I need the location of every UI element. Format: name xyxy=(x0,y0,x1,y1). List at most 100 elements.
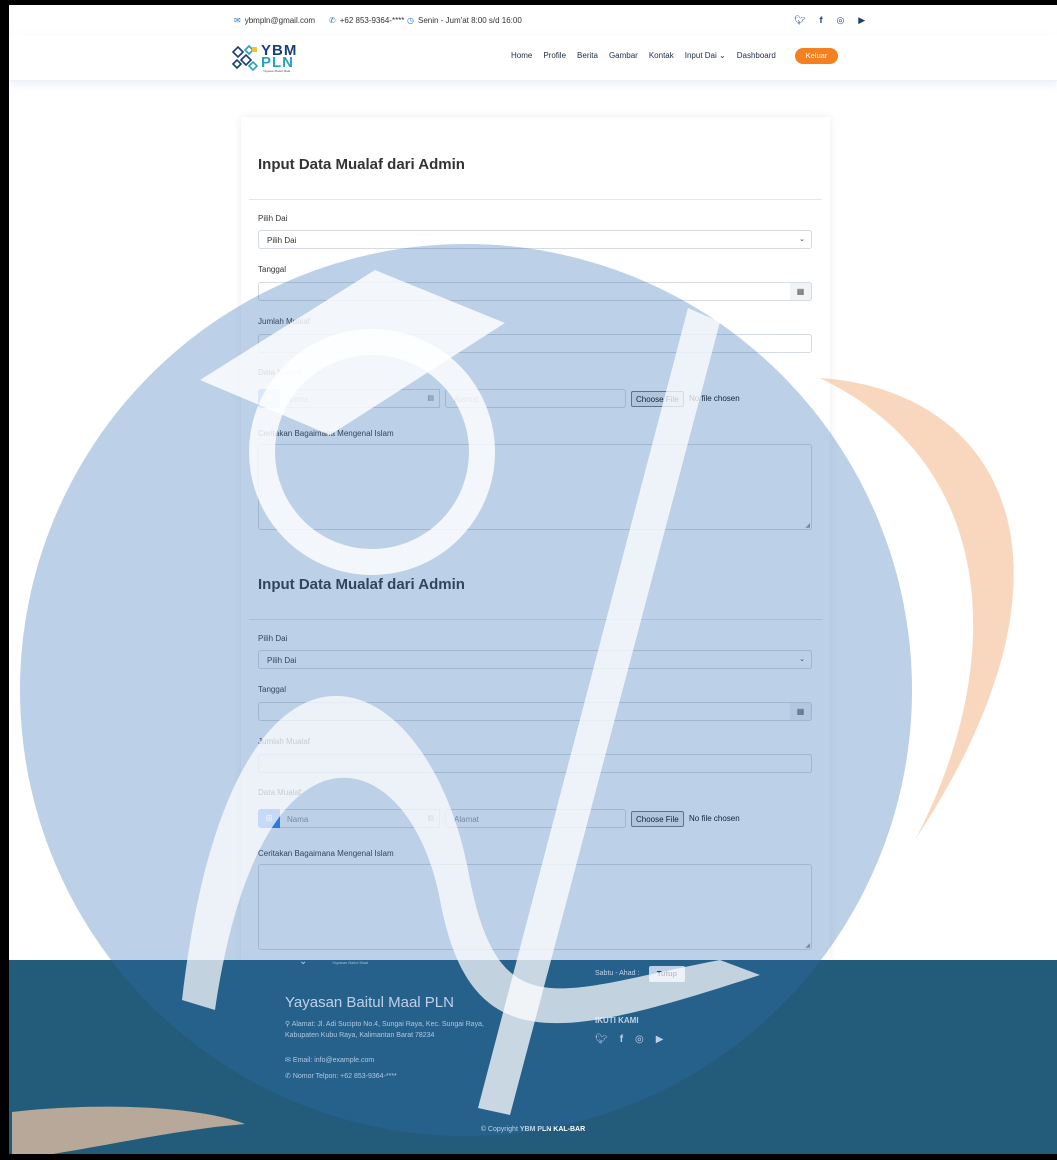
youtube-icon[interactable]: ▶︎ xyxy=(656,1034,664,1045)
add-row-button[interactable]: ⊞ xyxy=(258,389,280,408)
choose-file-button[interactable]: Choose File xyxy=(631,391,684,407)
calendar-icon[interactable]: ▦ xyxy=(790,702,812,721)
alamat-placeholder: Alamat xyxy=(454,815,479,824)
footer-phone-text: Nomor Telpon: +62 853-9364-**** xyxy=(292,1073,397,1080)
window-frame-top xyxy=(0,0,1057,5)
copyright-owner: YBM PLN KAL-BAR xyxy=(519,1126,586,1133)
phone-icon: ✆ xyxy=(285,1073,293,1080)
nav-dashboard[interactable]: Dashboard xyxy=(737,51,776,60)
file-status: No file chosen xyxy=(689,814,740,823)
footer-address-line1: Alamat: Jl. Adi Sucipto No.4, Sungai Ray… xyxy=(291,1021,484,1028)
footer-closed-badge: Tutup xyxy=(649,966,685,982)
dai-label: Pilih Dai xyxy=(258,214,288,223)
footer-email[interactable]: ✉ Email: info@example.com xyxy=(285,1056,374,1064)
window-frame-left xyxy=(0,0,9,1160)
dai-select[interactable]: Pilih Dai ⌄ xyxy=(258,230,812,249)
site-logo[interactable]: YBM PLN Yayasan Baitul Maal xyxy=(229,40,309,74)
cerita-textarea[interactable]: ◢ xyxy=(258,864,812,950)
cerita-label: Ceritakan Bagaimana Mengenal Islam xyxy=(258,849,394,858)
jumlah-input[interactable] xyxy=(258,334,812,353)
top-info-bar: ✉ ybmpln@gmail.com ✆ +62 853-9364-**** ◷… xyxy=(9,5,1057,35)
add-row-button[interactable]: ⊞ xyxy=(258,809,280,828)
window-frame-bottom xyxy=(0,1154,1057,1160)
file-status: No file chosen xyxy=(689,394,740,403)
form-card: Input Data Mualaf dari Admin Pilih Dai P… xyxy=(241,117,830,960)
copyright-prefix: © Copyright xyxy=(480,1126,518,1133)
envelope-icon: ✉ xyxy=(285,1057,293,1064)
alamat-placeholder: Alamat xyxy=(454,395,479,404)
topbar-social: 🐦︎ f ◎ ▶︎ xyxy=(794,15,865,26)
footer-address-line2: Kabupaten Kubu Raya, Kalimantan Barat 78… xyxy=(285,1032,435,1039)
footer-follow-heading: IKUTI KAMI xyxy=(595,1016,639,1025)
nav-profile[interactable]: Profile xyxy=(543,51,566,60)
dai-select-value: Pilih Dai xyxy=(267,656,297,665)
topbar-email[interactable]: ✉ ybmpln@gmail.com xyxy=(234,16,315,25)
nav-gambar[interactable]: Gambar xyxy=(609,51,638,60)
form-title: Input Data Mualaf dari Admin xyxy=(258,156,465,173)
form-title: Input Data Mualaf dari Admin xyxy=(258,576,465,593)
divider xyxy=(249,619,822,620)
nama-input[interactable]: Nama ▤ xyxy=(280,389,440,408)
tanggal-input[interactable] xyxy=(258,282,794,301)
alamat-input[interactable]: Alamat xyxy=(445,809,626,828)
resize-grip-icon[interactable]: ◢ xyxy=(805,522,810,529)
footer-org-name: Yayasan Baitul Maal PLN xyxy=(285,994,454,1011)
dai-select[interactable]: Pilih Dai ⌄ xyxy=(258,650,812,669)
jumlah-input[interactable] xyxy=(258,754,812,773)
clock-icon: ◷ xyxy=(407,16,414,25)
tanggal-input[interactable] xyxy=(258,702,794,721)
jumlah-label: Jumlah Mualaf xyxy=(258,317,311,326)
nama-placeholder: Nama xyxy=(287,815,309,824)
cerita-textarea[interactable]: ◢ xyxy=(258,444,812,530)
facebook-icon[interactable]: f xyxy=(819,15,822,26)
id-card-icon: ▤ xyxy=(427,815,434,822)
site-footer: ⌄ Yayasan Baitul Maal Sabtu - Ahad : Tut… xyxy=(9,956,1057,1154)
dai-label: Pilih Dai xyxy=(258,634,288,643)
logo-mark-icon xyxy=(231,44,259,72)
chevron-down-icon: ⌄ xyxy=(719,51,726,60)
footer-logo-subtitle: Yayasan Baitul Maal xyxy=(332,960,369,965)
footer-phone[interactable]: ✆ Nomor Telpon: +62 853-9364-**** xyxy=(285,1072,397,1080)
nav-input-dai[interactable]: Input Dai ⌄ xyxy=(685,51,726,60)
chevron-down-icon: ⌄ xyxy=(799,236,805,243)
dai-select-value: Pilih Dai xyxy=(267,236,297,245)
data-mualaf-label: Data Mualaf xyxy=(258,788,302,797)
nav-home[interactable]: Home xyxy=(511,51,532,60)
calendar-icon[interactable]: ▦ xyxy=(790,282,812,301)
logout-button[interactable]: Keluar xyxy=(795,48,838,64)
data-mualaf-label: Data Mualaf xyxy=(258,368,302,377)
nama-input[interactable]: Nama ▤ xyxy=(280,809,440,828)
plus-square-icon: ⊞ xyxy=(265,813,273,823)
divider xyxy=(249,199,822,200)
topbar-hours-text: Senin - Jum'at 8:00 s/d 16:00 xyxy=(417,16,522,25)
topbar-email-text: ybmpln@gmail.com xyxy=(244,16,316,25)
logo-subtitle: Yayasan Baitul Maal xyxy=(263,69,291,73)
alamat-input[interactable]: Alamat xyxy=(445,389,626,408)
choose-file-button[interactable]: Choose File xyxy=(631,811,684,827)
envelope-icon: ✉ xyxy=(234,16,241,25)
nav-input-dai-label: Input Dai xyxy=(684,51,717,60)
tanggal-label: Tanggal xyxy=(258,685,287,694)
resize-grip-icon[interactable]: ◢ xyxy=(805,942,810,949)
facebook-icon[interactable]: f xyxy=(620,1034,623,1045)
nama-placeholder: Nama xyxy=(287,395,309,404)
footer-address: ⚲ Alamat: Jl. Adi Sucipto No.4, Sungai R… xyxy=(285,1020,484,1028)
map-pin-icon: ⚲ xyxy=(285,1021,292,1028)
instagram-icon[interactable]: ◎ xyxy=(836,15,844,26)
twitter-icon[interactable]: 🐦︎ xyxy=(794,15,805,26)
chevron-down-icon: ⌄ xyxy=(299,956,308,967)
footer-hours-label: Sabtu - Ahad : xyxy=(595,970,640,977)
main-header: YBM PLN Yayasan Baitul Maal Home Profile… xyxy=(9,35,1057,81)
nav-berita[interactable]: Berita xyxy=(577,51,598,60)
plus-square-icon: ⊞ xyxy=(265,393,273,403)
nav-kontak[interactable]: Kontak xyxy=(649,51,674,60)
chevron-down-icon: ⌄ xyxy=(799,656,805,663)
tanggal-label: Tanggal xyxy=(258,265,287,274)
youtube-icon[interactable]: ▶︎ xyxy=(858,15,865,26)
jumlah-label: Jumlah Mualaf xyxy=(258,737,311,746)
footer-social: 🐦︎ f ◎ ▶︎ xyxy=(595,1034,663,1045)
topbar-phone[interactable]: ✆ +62 853-9364-**** xyxy=(329,16,404,25)
twitter-icon[interactable]: 🐦︎ xyxy=(595,1034,608,1045)
instagram-icon[interactable]: ◎ xyxy=(635,1034,644,1045)
footer-email-text: Email: info@example.com xyxy=(292,1057,375,1064)
